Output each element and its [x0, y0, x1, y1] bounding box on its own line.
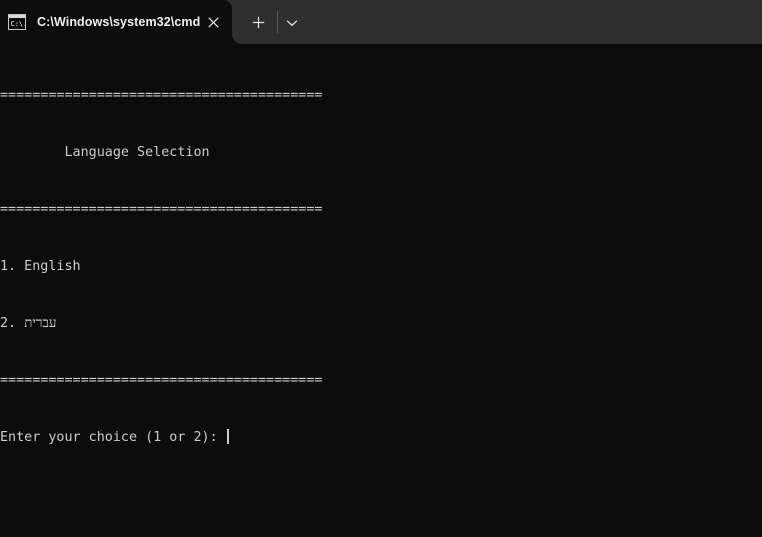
separator-line-bottom: ======================================== [0, 373, 323, 388]
title-bar: C:\. C:\Windows\system32\cmd.e [0, 0, 762, 44]
prompt-line: Enter your choice (1 or 2): [0, 428, 322, 447]
chevron-down-icon[interactable] [281, 12, 302, 33]
separator-line-top: ======================================== [0, 88, 323, 103]
terminal-output: ========================================… [0, 48, 322, 485]
prompt-text: Enter your choice (1 or 2): [0, 430, 226, 445]
separator-line-middle: ======================================== [0, 202, 323, 217]
cmd-console-icon: C:\. [8, 14, 27, 30]
tabbar-divider [277, 11, 278, 33]
svg-text:C:\.: C:\. [11, 20, 27, 28]
menu-option-english: 1. English [0, 259, 81, 274]
close-icon[interactable] [203, 12, 223, 32]
terminal-body[interactable]: ========================================… [0, 44, 762, 537]
new-tab-icon[interactable] [248, 12, 269, 33]
tab-corner-shape [232, 30, 246, 44]
menu-option-hebrew: 2. עברית [0, 316, 57, 331]
tab-title: C:\Windows\system32\cmd.e [37, 15, 200, 29]
text-cursor [226, 429, 229, 444]
tab-cmd[interactable]: C:\. C:\Windows\system32\cmd.e [0, 0, 232, 44]
menu-heading: Language Selection [0, 145, 210, 160]
